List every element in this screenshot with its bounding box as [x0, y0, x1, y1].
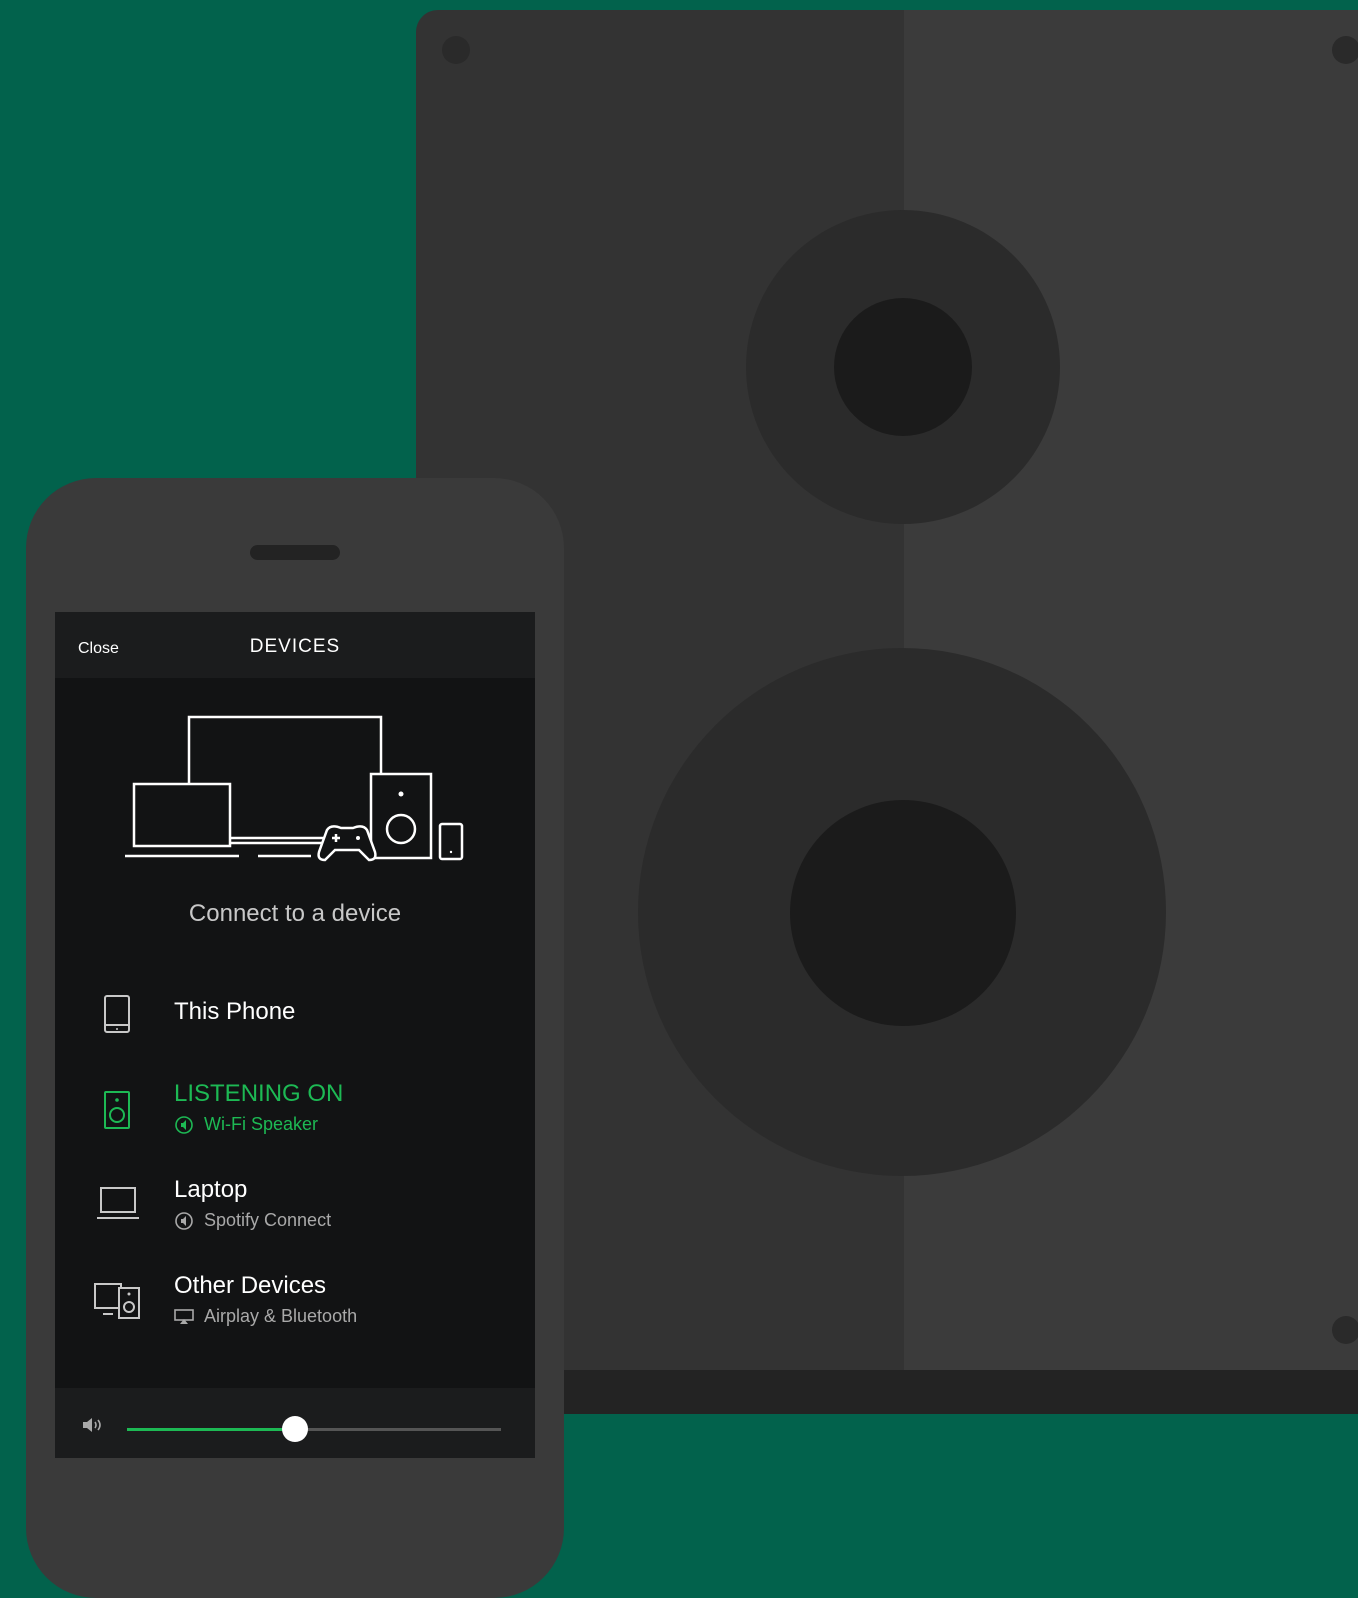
- tweeter-cone: [834, 298, 972, 436]
- volume-slider[interactable]: [127, 1416, 501, 1442]
- volume-thumb[interactable]: [282, 1416, 309, 1442]
- spotify-connect-icon: [175, 1211, 193, 1230]
- devices-illustration-icon: [125, 715, 464, 862]
- page-title: DEVICES: [249, 636, 341, 657]
- device-title: This Phone: [174, 998, 296, 1025]
- spotify-connect-icon: [175, 1115, 193, 1134]
- connect-caption: Connect to a device: [188, 900, 402, 927]
- laptop-icon: [97, 1187, 139, 1219]
- device-row-this-phone[interactable]: This Phone: [55, 968, 535, 1048]
- volume-icon: [83, 1418, 101, 1432]
- volume-bar: [55, 1388, 535, 1458]
- device-row-wifi-speaker[interactable]: LISTENING ON Wi-Fi Speaker: [55, 1060, 535, 1140]
- phone-earpiece: [250, 545, 340, 560]
- top-bar: Close DEVICES: [55, 612, 535, 678]
- devices-screen: Close DEVICES Connect to a device This P…: [55, 612, 535, 1458]
- volume-fill: [127, 1428, 296, 1431]
- device-subtitle: Wi-Fi Speaker: [174, 1114, 318, 1135]
- device-row-laptop[interactable]: Laptop Spotify Connect: [55, 1156, 535, 1236]
- device-subtitle: Airplay & Bluetooth: [174, 1306, 357, 1327]
- device-title: LISTENING ON: [174, 1080, 344, 1107]
- phone-mockup: Close DEVICES Connect to a device This P…: [26, 478, 564, 1598]
- device-subtitle-text: Wi-Fi Speaker: [204, 1114, 319, 1134]
- phone-icon: [104, 995, 130, 1033]
- device-subtitle: Spotify Connect: [174, 1210, 331, 1231]
- speaker-screw: [1332, 36, 1358, 64]
- speaker-screw: [1332, 1316, 1358, 1344]
- speaker-icon: [104, 1091, 130, 1129]
- other-devices-icon: [94, 1283, 140, 1319]
- airplay-icon: [174, 1308, 194, 1324]
- device-row-other-devices[interactable]: Other Devices Airplay & Bluetooth: [55, 1252, 535, 1332]
- speaker-screw: [442, 36, 470, 64]
- woofer-cone: [790, 800, 1016, 1026]
- device-subtitle-text: Spotify Connect: [204, 1210, 332, 1230]
- device-title: Other Devices: [174, 1272, 327, 1299]
- device-subtitle-text: Airplay & Bluetooth: [204, 1306, 358, 1326]
- device-title: Laptop: [174, 1176, 248, 1203]
